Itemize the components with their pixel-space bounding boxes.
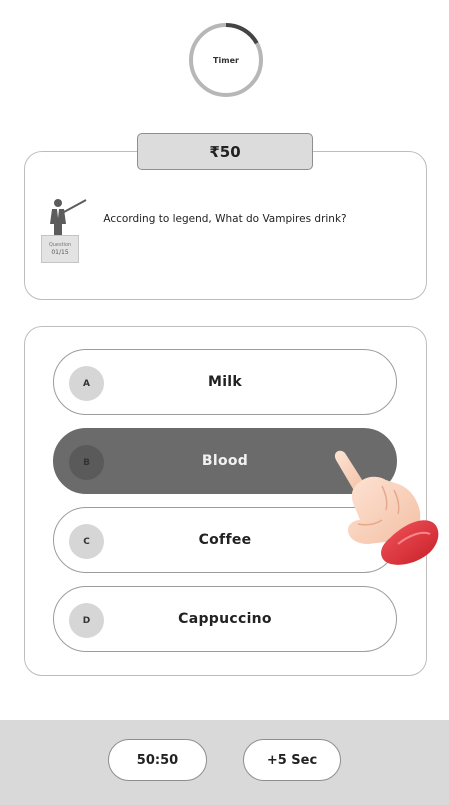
- plus-five-seconds-button[interactable]: +5 Sec: [243, 739, 341, 781]
- question-counter-value: 01/15: [51, 248, 69, 256]
- prize-amount: ₹50: [137, 133, 313, 170]
- lifeline-bar: [0, 720, 449, 805]
- option-a[interactable]: A Milk: [53, 349, 397, 415]
- question-counter: Question 01/15: [41, 235, 79, 263]
- pointing-hand-icon: [334, 450, 439, 565]
- fifty-fifty-button[interactable]: 50:50: [108, 739, 207, 781]
- timer: Timer: [187, 21, 265, 99]
- timer-label: Timer: [213, 55, 239, 65]
- option-label: Cappuccino: [178, 611, 272, 627]
- option-label: Milk: [207, 374, 243, 390]
- question-text: According to legend, What do Vampires dr…: [103, 213, 347, 225]
- option-d[interactable]: D Cappuccino: [53, 586, 397, 652]
- question-counter-label: Question: [48, 241, 72, 248]
